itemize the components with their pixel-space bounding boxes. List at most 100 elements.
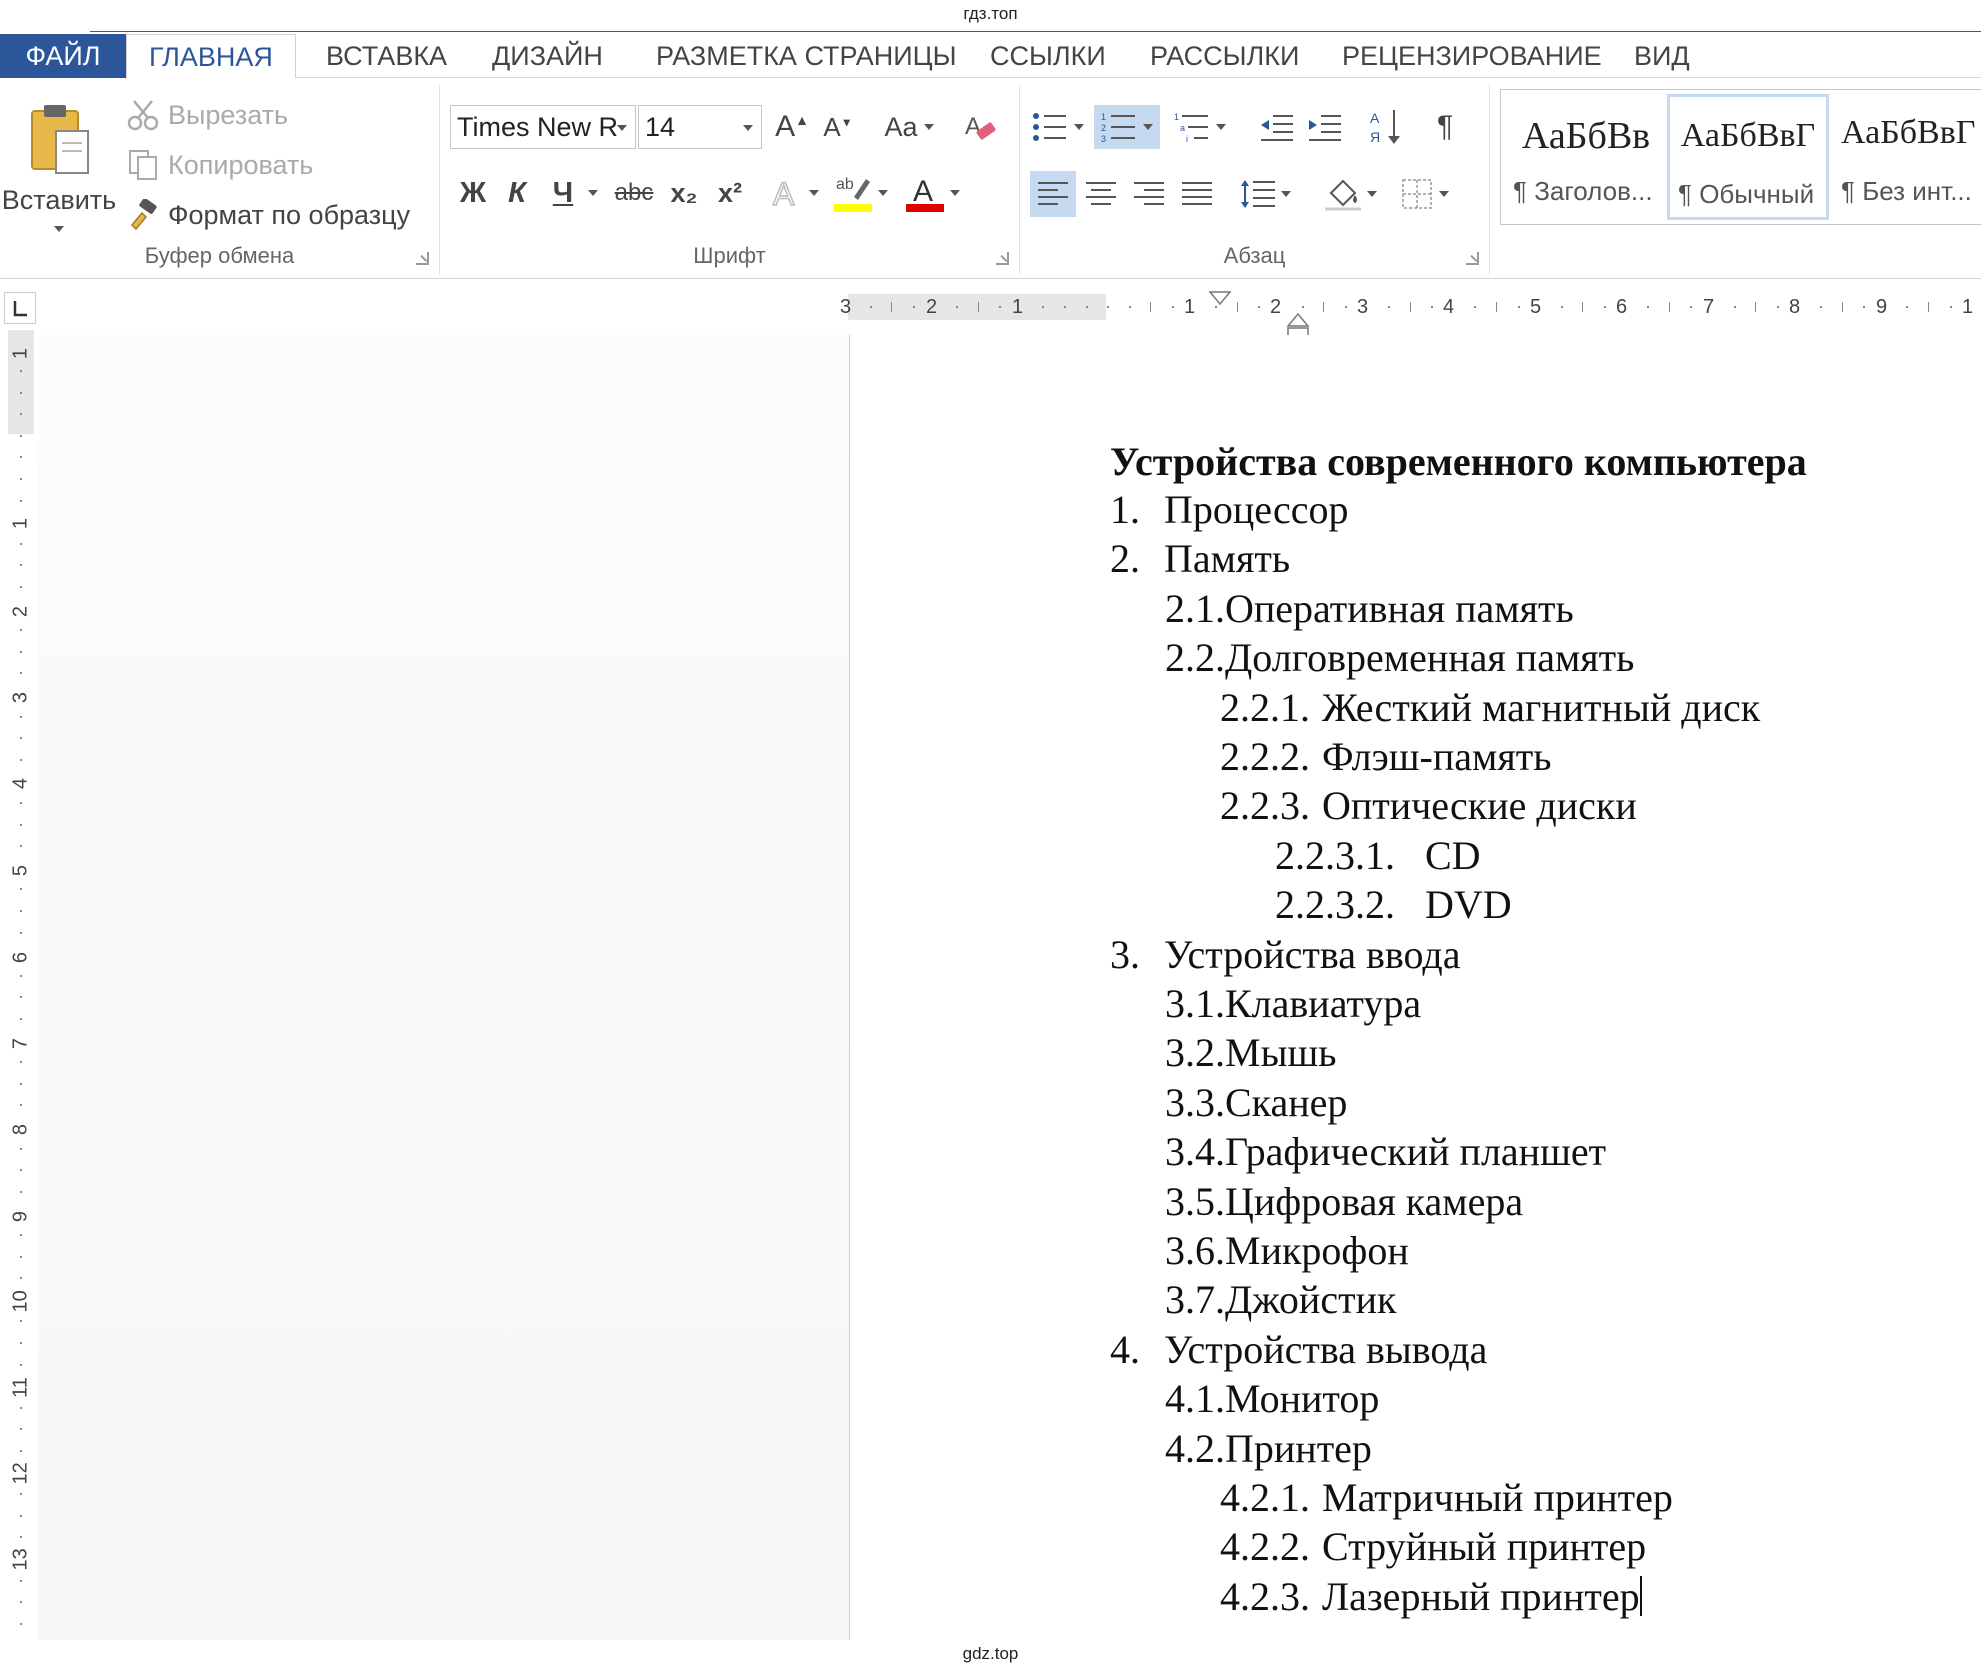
list-item[interactable]: 3.5.Цифровая камера xyxy=(1165,1178,1523,1228)
list-item[interactable]: 2.2.1. Жесткий магнитный диск xyxy=(1220,684,1760,734)
superscript-button[interactable]: x² xyxy=(708,171,752,215)
vruler-tick xyxy=(20,1580,22,1582)
align-center-button[interactable] xyxy=(1078,171,1124,217)
list-number: 2.2.1. xyxy=(1220,685,1310,730)
style-heading[interactable]: АаБбВв ¶ Заголов... xyxy=(1505,94,1667,220)
font-name-combo[interactable]: Times New R xyxy=(450,105,636,149)
tab-mailings[interactable]: РАССЫЛКИ xyxy=(1150,34,1299,78)
shrink-font-button[interactable]: A▼ xyxy=(816,105,860,149)
shading-button[interactable] xyxy=(1318,171,1384,217)
underline-dropdown[interactable] xyxy=(584,171,602,215)
shading-dropdown-icon xyxy=(1367,191,1377,197)
list-item[interactable]: 2.2.3.2. DVD xyxy=(1275,881,1512,931)
sort-button[interactable]: А Я xyxy=(1364,105,1410,149)
list-item[interactable]: 2.1.Оперативная память xyxy=(1165,585,1574,635)
ruler-number: 7 xyxy=(1703,296,1715,318)
cut-button[interactable]: Вырезать xyxy=(126,95,288,135)
tab-review[interactable]: РЕЦЕНЗИРОВАНИЕ xyxy=(1342,34,1602,78)
list-number: 3.5. xyxy=(1165,1179,1225,1224)
tab-view[interactable]: ВИД xyxy=(1634,34,1690,78)
tab-home[interactable]: ГЛАВНАЯ xyxy=(126,34,296,79)
highlighter-icon: ab xyxy=(834,176,872,212)
list-number: 3.3. xyxy=(1165,1080,1225,1125)
font-size-combo[interactable]: 14 xyxy=(638,105,762,149)
align-left-icon xyxy=(1038,182,1068,205)
bold-button[interactable]: Ж xyxy=(452,171,494,215)
list-item[interactable]: 2.2.3. Оптические диски xyxy=(1220,782,1637,832)
borders-button[interactable] xyxy=(1392,171,1458,217)
list-item[interactable]: 3.6.Микрофон xyxy=(1165,1227,1409,1277)
list-item[interactable]: 4.2.3. Лазерный принтер xyxy=(1220,1573,1642,1623)
line-spacing-button[interactable] xyxy=(1234,171,1298,217)
borders-dropdown-icon xyxy=(1439,191,1449,197)
first-line-indent-marker[interactable] xyxy=(1208,290,1232,306)
list-item[interactable]: 3.4.Графический планшет xyxy=(1165,1128,1606,1178)
justify-button[interactable] xyxy=(1174,171,1220,217)
list-item[interactable]: 2.2.2. Флэш-память xyxy=(1220,733,1551,783)
document-title[interactable]: Устройства современного компьютера xyxy=(1110,438,1807,485)
clipboard-group-label: Буфер обмена xyxy=(144,243,295,268)
grow-font-button[interactable]: A▲ xyxy=(770,105,814,149)
tab-insert[interactable]: ВСТАВКА xyxy=(326,34,447,78)
text-effects-button[interactable]: A xyxy=(766,171,822,215)
list-text: Устройства ввода xyxy=(1164,932,1461,977)
font-color-dropdown-icon xyxy=(950,190,960,196)
list-item[interactable]: 4.2.Принтер xyxy=(1165,1425,1372,1475)
decrease-indent-button[interactable] xyxy=(1254,105,1300,149)
tab-selector[interactable] xyxy=(4,292,36,324)
font-launcher-icon[interactable] xyxy=(996,252,1009,265)
list-item[interactable]: 3.2.Мышь xyxy=(1165,1029,1336,1079)
increase-indent-button[interactable] xyxy=(1302,105,1348,149)
clipboard-launcher-icon[interactable] xyxy=(416,252,429,265)
list-item[interactable]: 3.1.Клавиатура xyxy=(1165,980,1421,1030)
vruler-tick xyxy=(20,1083,22,1085)
horizontal-ruler[interactable]: 3 2 1 1 2 3 4 5 6 7 8 9 1 xyxy=(0,290,1981,339)
show-marks-button[interactable]: ¶ xyxy=(1422,105,1468,149)
tab-design[interactable]: ДИЗАЙН xyxy=(492,34,603,78)
svg-text:1: 1 xyxy=(1101,112,1106,122)
multilevel-dropdown-icon xyxy=(1216,124,1226,130)
format-painter-button[interactable]: Формат по образцу xyxy=(126,195,410,235)
copy-label: Копировать xyxy=(168,149,314,180)
list-item[interactable]: 2.2.Долговременная память xyxy=(1165,634,1634,684)
vruler-tick xyxy=(20,1148,22,1150)
vruler-tick xyxy=(20,586,22,588)
list-text: Цифровая камера xyxy=(1225,1179,1524,1224)
multilevel-list-button[interactable]: 1 a i xyxy=(1168,105,1232,149)
copy-button[interactable]: Копировать xyxy=(126,145,313,185)
list-item[interactable]: 4.1.Монитор xyxy=(1165,1375,1379,1425)
underline-dropdown-icon xyxy=(588,190,598,196)
change-case-button[interactable]: Aa xyxy=(874,105,944,149)
style-no-spacing[interactable]: АаБбВвГ ¶ Без инт... xyxy=(1833,94,1981,220)
paragraph-launcher-icon[interactable] xyxy=(1466,252,1479,265)
strikethrough-button[interactable]: abc xyxy=(610,171,658,215)
list-item[interactable]: 4.2.1. Матричный принтер xyxy=(1220,1474,1673,1524)
highlight-button[interactable]: ab xyxy=(830,171,892,215)
vruler-tick xyxy=(20,824,22,826)
vruler-tick xyxy=(20,1256,22,1258)
vruler-tick xyxy=(20,845,22,847)
tab-file[interactable]: ФАЙЛ xyxy=(0,34,126,78)
list-item[interactable]: 2.2.3.1. CD xyxy=(1275,832,1481,882)
italic-button[interactable]: К xyxy=(496,171,538,215)
clear-formatting-button[interactable]: A xyxy=(958,105,1002,149)
bullets-icon xyxy=(1033,113,1066,141)
list-item[interactable]: 4.2.2. Струйный принтер xyxy=(1220,1523,1646,1573)
paste-button[interactable]: Вставить xyxy=(2,91,116,241)
list-number: 2.2.3. xyxy=(1220,783,1310,828)
style-normal[interactable]: АаБбВвГ ¶ Обычный xyxy=(1667,94,1829,220)
ruler-tick xyxy=(870,306,872,308)
vertical-ruler[interactable]: 1 1 2 3 4 5 6 7 8 9 10 11 12 13 xyxy=(0,330,36,1640)
tab-page-layout[interactable]: РАЗМЕТКА СТРАНИЦЫ xyxy=(656,34,957,78)
font-color-button[interactable]: A xyxy=(902,171,964,215)
tab-references[interactable]: ССЫЛКИ xyxy=(990,34,1106,78)
list-text: Оперативная память xyxy=(1225,586,1574,631)
list-item[interactable]: 3.3.Сканер xyxy=(1165,1079,1347,1129)
align-left-button[interactable] xyxy=(1030,171,1076,217)
bullets-button[interactable] xyxy=(1026,105,1090,149)
numbering-button[interactable]: 1 2 3 xyxy=(1094,105,1160,149)
list-item[interactable]: 3.7.Джойстик xyxy=(1165,1276,1396,1326)
align-right-button[interactable] xyxy=(1126,171,1172,217)
underline-button[interactable]: Ч xyxy=(542,171,584,215)
subscript-button[interactable]: x₂ xyxy=(662,171,706,215)
